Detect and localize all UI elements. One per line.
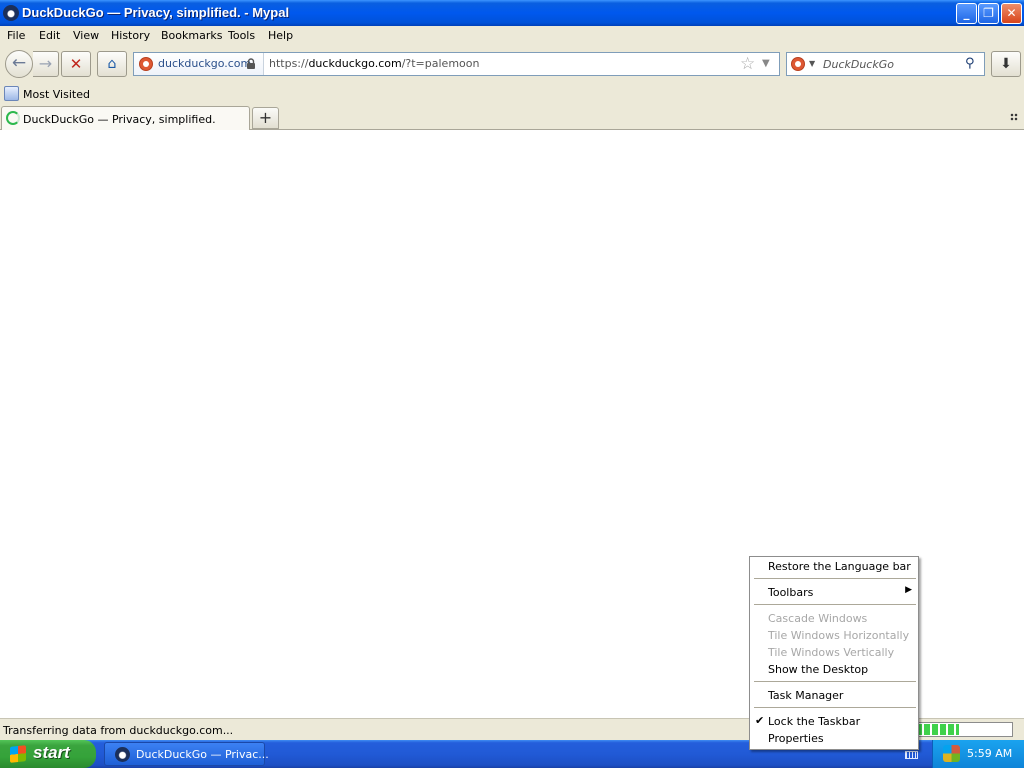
menu-help[interactable]: Help [268,29,293,42]
menu-item-tile-vertically: Tile Windows Vertically [752,644,916,661]
lock-icon [247,58,255,69]
loading-spinner-icon [6,111,20,125]
submenu-arrow-icon: ▶ [905,585,912,595]
forward-button[interactable]: → [33,51,59,77]
downloads-button[interactable]: ⬇ [991,51,1021,77]
restore-button[interactable]: ❐ [978,3,999,24]
tab-label: DuckDuckGo — Privacy, simplified. [23,113,216,126]
menu-separator [754,681,916,682]
raccoon-icon [3,5,19,21]
url-path: /?t=palemoon [401,57,480,70]
new-tab-button[interactable]: + [252,107,279,129]
menu-file[interactable]: File [7,29,25,42]
url-bar[interactable]: duckduckgo.com https://duckduckgo.com/?t… [133,52,780,76]
back-button[interactable]: ← [5,50,33,78]
bookmark-most-visited[interactable]: Most Visited [23,88,90,101]
system-tray: 5:59 AM [932,740,1024,768]
url-text[interactable]: https://duckduckgo.com/?t=palemoon [269,57,479,70]
windows-flag-icon [10,745,26,763]
search-bar[interactable]: ▼ DuckDuckGo ⚲ [786,52,985,76]
menu-item-label: Tile Windows Vertically [768,646,895,659]
taskbar-button-mypal[interactable]: DuckDuckGo — Privac... [104,742,269,766]
search-input[interactable]: DuckDuckGo [823,58,894,71]
tray-network-icon[interactable] [943,745,960,762]
taskbar-button-label: DuckDuckGo — Privac... [136,748,269,761]
menu-item-label: Cascade Windows [768,612,868,625]
menu-item-toolbars[interactable]: Toolbars ▶ [752,584,916,601]
stop-button[interactable]: ✕ [61,51,91,77]
menu-item-task-manager[interactable]: Task Manager [752,687,916,704]
menu-edit[interactable]: Edit [39,29,60,42]
clock[interactable]: 5:59 AM [967,747,1012,760]
menu-separator [754,707,916,708]
menu-item-label: Lock the Taskbar [768,715,861,728]
tab-grid-icon[interactable] [1010,113,1018,121]
url-host: duckduckgo.com [308,57,402,70]
menu-item-label: Properties [768,732,824,745]
start-label: start [33,743,70,762]
raccoon-icon [115,747,130,762]
navigation-toolbar: ← → ✕ ⌂ duckduckgo.com https://duckduckg… [0,46,1024,84]
menu-item-label: Toolbars [768,586,814,599]
menu-view[interactable]: View [73,29,99,42]
menu-separator [754,604,916,605]
menu-item-lock-taskbar[interactable]: ✔ Lock the Taskbar [752,713,916,730]
menu-separator [754,578,916,579]
menu-item-label: Restore the Language bar [768,560,911,573]
window-titlebar[interactable]: DuckDuckGo — Privacy, simplified. - Mypa… [0,0,1024,26]
keyboard-icon[interactable] [905,751,918,759]
menu-item-cascade-windows: Cascade Windows [752,610,916,627]
url-scheme: https:// [269,57,309,70]
tab-bar: DuckDuckGo — Privacy, simplified. + [0,105,1024,130]
minimize-button[interactable]: _ [956,3,977,24]
menu-bookmarks[interactable]: Bookmarks [161,29,222,42]
site-identity-box[interactable]: duckduckgo.com [134,53,264,75]
tab-duckduckgo[interactable]: DuckDuckGo — Privacy, simplified. [1,106,250,130]
menu-item-label: Tile Windows Horizontally [768,629,910,642]
window-title: DuckDuckGo — Privacy, simplified. - Mypa… [22,5,290,20]
menu-item-label: Task Manager [768,689,844,702]
bookmark-folder-icon [4,86,19,101]
progress-fill [916,724,959,735]
check-mark-icon: ✔ [755,714,765,727]
menu-item-properties[interactable]: Properties [752,730,916,747]
bookmarks-toolbar: Most Visited [0,84,1024,105]
url-history-dropdown-icon[interactable]: ▼ [762,58,770,69]
search-icon[interactable]: ⚲ [965,56,975,71]
ddg-logo-icon [139,57,153,71]
menu-tools[interactable]: Tools [228,29,255,42]
menu-item-restore-language-bar[interactable]: Restore the Language bar [752,558,916,575]
menu-item-tile-horizontally: Tile Windows Horizontally [752,627,916,644]
taskbar-context-menu: Restore the Language bar Toolbars ▶ Casc… [749,556,919,750]
home-button[interactable]: ⌂ [97,51,127,77]
progress-bar [914,722,1013,737]
bookmark-star-icon[interactable]: ☆ [740,54,755,74]
menu-history[interactable]: History [111,29,150,42]
close-button[interactable]: ✕ [1001,3,1022,24]
start-button[interactable]: start [0,740,96,768]
menu-item-label: Show the Desktop [768,663,869,676]
menu-bar: File Edit View History Bookmarks Tools H… [0,26,1024,46]
status-text: Transferring data from duckduckgo.com... [3,724,234,737]
search-engine-dropdown-icon[interactable]: ▼ [809,59,815,68]
identity-domain: duckduckgo.com [158,57,252,70]
menu-item-show-desktop[interactable]: Show the Desktop [752,661,916,678]
search-engine-icon[interactable] [791,57,805,71]
